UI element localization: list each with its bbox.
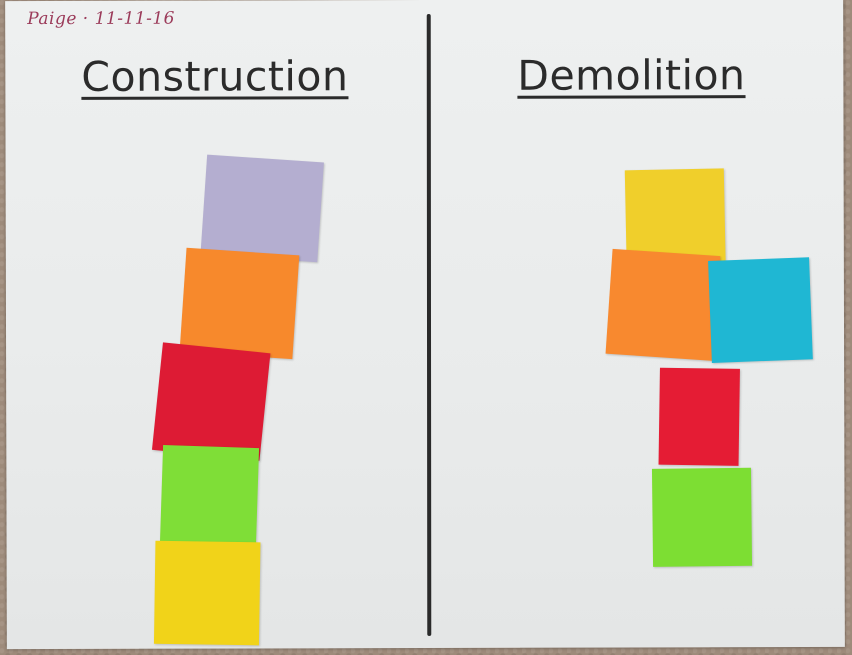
construction-sticky-note-orange <box>179 247 300 360</box>
construction-sticky-note-green <box>159 445 260 550</box>
poster-paper: Paige · 11-11-16 Construction Demolition <box>5 0 845 650</box>
demolition-sticky-note-cyan <box>708 257 813 363</box>
construction-sticky-note-red <box>151 342 271 461</box>
construction-sticky-note-yellow <box>153 540 261 646</box>
demolition-heading: Demolition <box>517 51 746 100</box>
demolition-sticky-note-green <box>651 467 753 567</box>
construction-sticky-note-lavender <box>200 154 324 263</box>
demolition-sticky-note-red <box>658 367 740 466</box>
construction-heading: Construction <box>81 52 349 101</box>
name-date-note: Paige · 11-11-16 <box>27 8 176 30</box>
demolition-sticky-note-orange <box>605 248 721 361</box>
center-divider-line <box>426 13 432 636</box>
